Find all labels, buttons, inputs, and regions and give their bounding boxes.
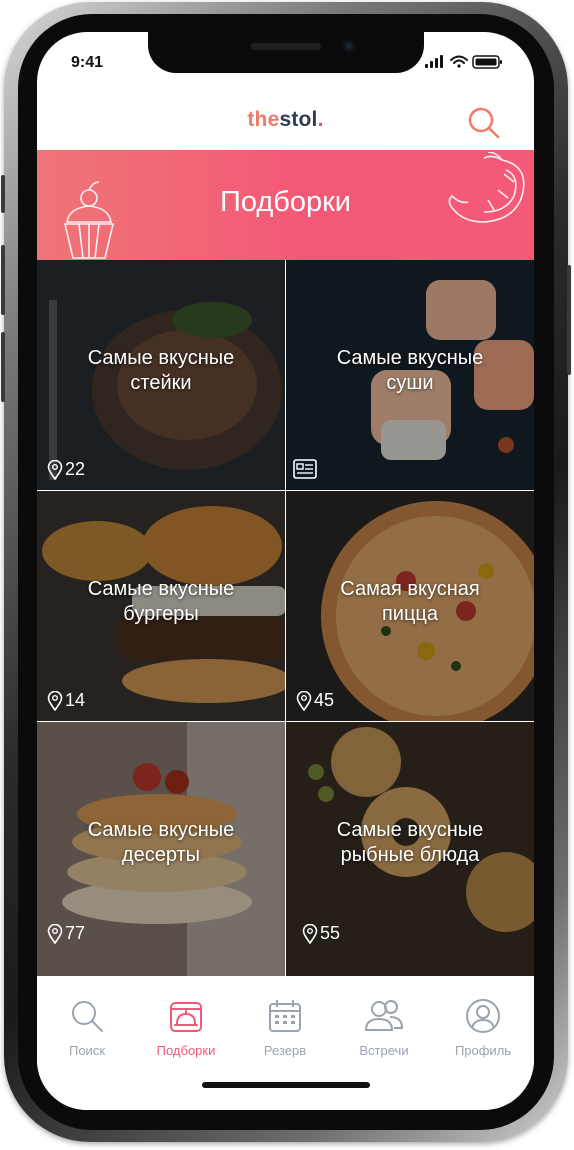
- dish-icon: [170, 1002, 202, 1032]
- calendar-icon: [269, 1000, 301, 1032]
- shrimp-icon: [448, 152, 525, 223]
- collection-count-value: 77: [65, 923, 86, 943]
- collection-title: Самые вкусные рыбные блюда: [286, 818, 534, 868]
- app-logo: thestol.: [37, 108, 534, 132]
- collection-title: Самые вкусные бургеры: [37, 577, 285, 627]
- tab-profile[interactable]: Профиль: [443, 998, 523, 1058]
- collection-count: 77: [47, 923, 85, 944]
- app-screen: 9:41 thestol. Подборки Самые вкусные сте…: [37, 32, 534, 1110]
- people-icon: [364, 1000, 404, 1031]
- location-pin-icon: [47, 923, 63, 944]
- collections-grid: Самые вкусные стейки 22 Самые вкусные су…: [37, 260, 534, 976]
- phone-volume-down: [1, 332, 5, 402]
- collection-count: 55: [302, 923, 340, 944]
- collection-card-steaks[interactable]: Самые вкусные стейки 22: [37, 260, 285, 490]
- app-header: thestol.: [37, 92, 534, 150]
- tab-collections[interactable]: Подборки: [146, 998, 226, 1058]
- collection-title-line: Самые вкусные: [336, 819, 484, 841]
- collection-title-line: Самые вкусные: [336, 347, 484, 369]
- collection-count: [292, 458, 320, 480]
- logo-dot: .: [317, 108, 324, 131]
- search-icon: [72, 1001, 103, 1032]
- collection-card-burgers[interactable]: Самые вкусные бургеры 14: [37, 491, 285, 721]
- collection-title: Самая вкусная пицца: [286, 577, 534, 627]
- tab-label: Подборки: [156, 1043, 216, 1058]
- status-time: 9:41: [71, 54, 104, 71]
- collection-count: 22: [47, 459, 85, 480]
- phone-side-button: [1, 175, 5, 213]
- list-icon: [293, 459, 317, 479]
- collection-card-fish[interactable]: Самые вкусные рыбные блюда 55: [286, 722, 534, 976]
- phone-volume-up: [1, 245, 5, 315]
- wifi-icon: [450, 55, 468, 68]
- collection-title-line: Самая вкусная: [340, 578, 480, 600]
- camera: [343, 40, 355, 52]
- location-pin-icon: [302, 923, 318, 944]
- collection-count-value: 14: [65, 690, 86, 710]
- collection-title-line: Самые вкусные: [87, 578, 235, 600]
- profile-icon: [466, 999, 500, 1033]
- collection-count: 14: [47, 690, 85, 711]
- battery-icon: [472, 55, 502, 69]
- collection-title-line: Самые вкусные: [87, 347, 235, 369]
- notch: [148, 32, 424, 73]
- collection-count-value: 22: [65, 459, 86, 479]
- search-icon: [468, 107, 500, 139]
- tab-reserve[interactable]: Резерв: [245, 998, 325, 1058]
- status-icons: [425, 55, 502, 69]
- collection-title-line: бургеры: [123, 603, 199, 625]
- tab-bar: Поиск Подборки Резерв Встречи Профиль: [37, 976, 534, 1110]
- collection-title-line: пицца: [381, 603, 439, 625]
- collection-title-line: Самые вкусные: [87, 819, 235, 841]
- phone-power-button: [567, 265, 571, 375]
- tab-search[interactable]: Поиск: [47, 998, 127, 1058]
- collection-title: Самые вкусные десерты: [37, 818, 285, 868]
- collection-title-line: рыбные блюда: [340, 844, 480, 866]
- location-pin-icon: [47, 459, 63, 480]
- logo-part-stol: stol: [279, 108, 318, 131]
- cellular-signal-icon: [425, 55, 443, 68]
- tab-meetings[interactable]: Встречи: [344, 998, 424, 1058]
- collection-card-desserts[interactable]: Самые вкусные десерты 77: [37, 722, 285, 976]
- tab-label: Профиль: [454, 1043, 512, 1058]
- logo-part-the: the: [247, 108, 280, 131]
- collection-title: Самые вкусные стейки: [37, 346, 285, 396]
- location-pin-icon: [47, 690, 63, 711]
- header-search-button[interactable]: [465, 104, 503, 142]
- tab-label: Резерв: [263, 1043, 307, 1058]
- collection-count: 45: [296, 690, 334, 711]
- home-indicator[interactable]: [202, 1082, 370, 1088]
- tab-label: Поиск: [68, 1043, 106, 1058]
- collection-title-line: стейки: [130, 372, 192, 394]
- collection-title-line: десерты: [121, 844, 201, 866]
- collection-card-sushi[interactable]: Самые вкусные суши: [286, 260, 534, 490]
- tab-label: Встречи: [359, 1043, 409, 1058]
- collection-card-pizza[interactable]: Самая вкусная пицца 45: [286, 491, 534, 721]
- collection-title-line: суши: [386, 372, 434, 394]
- collection-count-value: 55: [320, 923, 341, 943]
- collection-count-value: 45: [314, 690, 335, 710]
- collection-title: Самые вкусные суши: [286, 346, 534, 396]
- location-pin-icon: [296, 690, 312, 711]
- collections-banner: Подборки: [37, 150, 534, 260]
- speaker: [251, 43, 321, 50]
